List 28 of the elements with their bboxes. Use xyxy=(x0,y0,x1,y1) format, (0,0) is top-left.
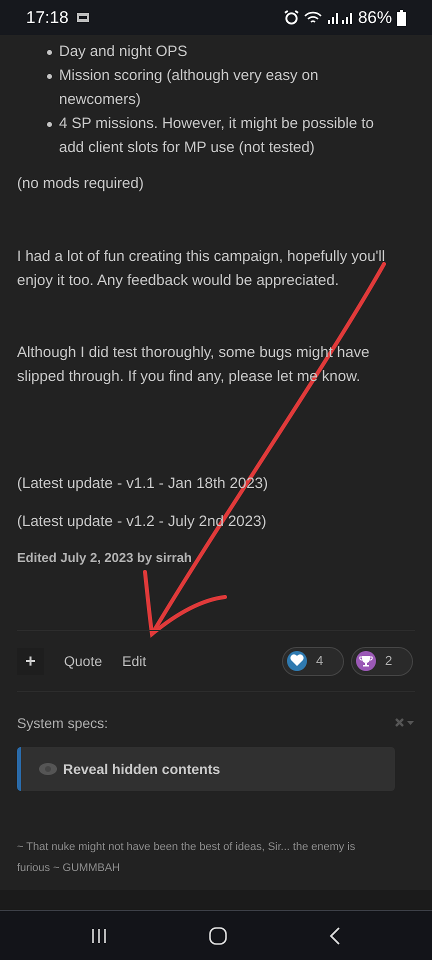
home-icon[interactable] xyxy=(209,926,227,944)
list-item-text: 4 SP missions. However, it might be possible to add client slots for MP use (not tested) xyxy=(59,114,375,158)
battery-percent: 86% xyxy=(358,6,392,29)
action-link[interactable]: Edit xyxy=(122,649,146,673)
status-time: 17:18 xyxy=(26,6,69,29)
paragraph: (no mods required) xyxy=(17,174,144,194)
battery-icon xyxy=(397,10,406,26)
paragraph: I had a lot of fun creating this campaign, hopefully you'll enjoy it too. Any feedback would be appreciated. xyxy=(17,247,386,291)
app-notification-icon xyxy=(76,13,89,22)
eye-icon xyxy=(39,763,57,775)
bullet-icon xyxy=(47,74,52,79)
back-icon[interactable] xyxy=(329,926,341,944)
bullet-icon xyxy=(47,122,52,127)
signal-icon xyxy=(326,12,353,24)
list-item-text: Day and night OPS xyxy=(59,42,188,62)
edited-note: Edited July 2, 2023 by sirrah xyxy=(17,549,193,567)
reaction-button[interactable]: 2 xyxy=(351,646,413,676)
bullet-icon xyxy=(47,50,52,55)
alarm-icon xyxy=(284,10,299,25)
list-item-text: Mission scoring (although very easy on newcomers) xyxy=(59,66,320,110)
action-link[interactable]: Quote xyxy=(64,649,102,673)
wifi-icon xyxy=(304,10,322,24)
more-button[interactable]: + xyxy=(17,648,44,674)
signature-quote: ~ That nuke might not have been the best of ideas, Sir... the enemy is furious ~ GUMMBAH xyxy=(17,840,356,876)
signature-label: System specs: xyxy=(17,714,108,733)
reveal-hidden-contents-button[interactable]: Reveal hidden contents xyxy=(17,747,395,791)
reaction-button[interactable]: 4 xyxy=(282,646,344,676)
recent-apps-icon[interactable] xyxy=(91,928,107,944)
